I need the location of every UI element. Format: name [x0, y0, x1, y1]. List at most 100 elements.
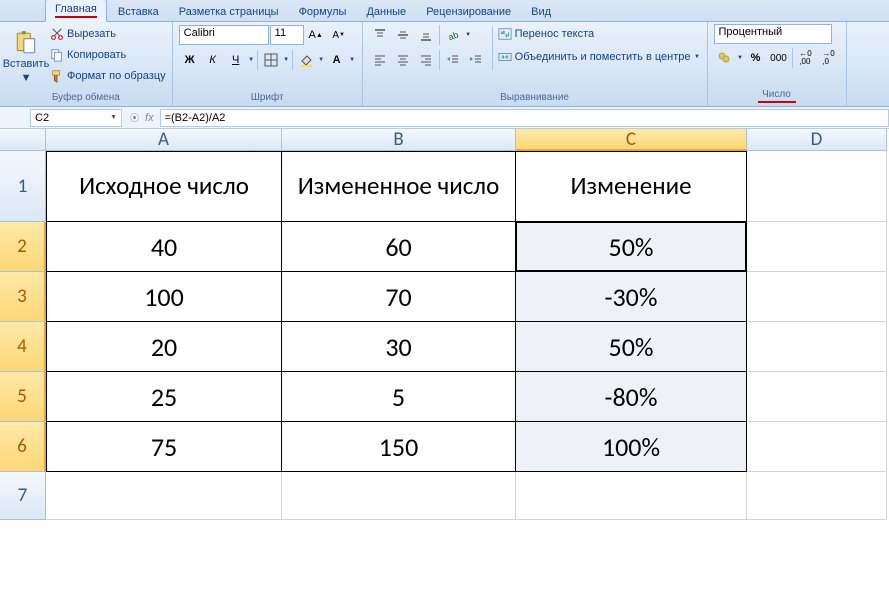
cell-a3[interactable]: 100 — [46, 272, 282, 322]
percent-button[interactable]: % — [745, 47, 767, 69]
align-bottom-button[interactable] — [415, 24, 437, 46]
cell-b2[interactable]: 60 — [282, 222, 516, 272]
cell-d6[interactable] — [747, 422, 887, 472]
cell-a4[interactable]: 20 — [46, 322, 282, 372]
chevron-down-icon[interactable]: ▼ — [283, 57, 290, 63]
cell-a5[interactable]: 25 — [46, 372, 282, 422]
group-font: Calibri 11 A▲ A▼ Ж К Ч ▼ ▼ ▼ A ▼ Шрифт — [173, 22, 363, 106]
copy-button[interactable]: Копировать — [50, 45, 166, 65]
cell-b5[interactable]: 5 — [282, 372, 516, 422]
cell-c1[interactable]: Изменение — [516, 151, 747, 222]
chevron-down-icon[interactable]: ▼ — [737, 55, 744, 61]
comma-button[interactable]: 000 — [768, 47, 790, 69]
col-header-c[interactable]: C — [516, 129, 747, 151]
chevron-down-icon[interactable]: ▼ — [318, 57, 325, 63]
group-number: Процентный ▼ % 000 ←0,00 →0,0 Число — [708, 22, 847, 106]
orientation-button[interactable]: ab — [442, 24, 464, 46]
formula-input[interactable]: =(B2-A2)/A2 — [160, 109, 889, 127]
cell-c7[interactable] — [516, 472, 747, 520]
tab-data[interactable]: Данные — [357, 3, 415, 21]
decrease-font-button[interactable]: A▼ — [328, 24, 350, 46]
currency-icon — [718, 51, 732, 65]
fx-label[interactable]: fx — [145, 112, 154, 124]
row-header-1[interactable]: 1 — [0, 151, 46, 222]
cell-b6[interactable]: 150 — [282, 422, 516, 472]
spreadsheet-grid[interactable]: A B C D 1 Исходное число Измененное числ… — [0, 129, 889, 520]
format-painter-label: Формат по образцу — [67, 70, 166, 82]
cell-b4[interactable]: 30 — [282, 322, 516, 372]
align-top-button[interactable] — [369, 24, 391, 46]
rotate-text-icon: ab — [446, 28, 460, 42]
row-header-6[interactable]: 6 — [0, 422, 46, 472]
cell-d7[interactable] — [747, 472, 887, 520]
align-right-button[interactable] — [415, 49, 437, 71]
cell-d4[interactable] — [747, 322, 887, 372]
increase-indent-button[interactable] — [465, 49, 487, 71]
cell-c4[interactable]: 50% — [516, 322, 747, 372]
tab-view[interactable]: Вид — [522, 3, 560, 21]
svg-text:ab: ab — [500, 30, 505, 35]
align-left-button[interactable] — [369, 49, 391, 71]
align-center-icon — [396, 53, 410, 67]
name-box[interactable]: C2 ▼ — [30, 109, 122, 127]
col-header-d[interactable]: D — [747, 129, 887, 151]
col-header-b[interactable]: B — [282, 129, 516, 151]
merge-center-button[interactable]: Объединить и поместить в центре ▼ — [498, 47, 701, 67]
col-header-a[interactable]: A — [46, 129, 282, 151]
paste-button[interactable]: Вставить ▼ — [6, 24, 46, 90]
format-painter-button[interactable]: Формат по образцу — [50, 66, 166, 86]
align-middle-button[interactable] — [392, 24, 414, 46]
number-format-select[interactable]: Процентный — [714, 24, 832, 44]
cell-d5[interactable] — [747, 372, 887, 422]
wrap-text-button[interactable]: ab Перенос текста — [498, 24, 701, 44]
decrease-decimal-button[interactable]: →0,0 — [818, 47, 840, 69]
row-header-3[interactable]: 3 — [0, 272, 46, 322]
increase-font-button[interactable]: A▲ — [305, 24, 327, 46]
row-header-2[interactable]: 2 — [0, 222, 46, 272]
cell-c5[interactable]: -80% — [516, 372, 747, 422]
italic-button[interactable]: К — [202, 49, 224, 71]
tab-formulas[interactable]: Формулы — [290, 3, 356, 21]
chevron-down-icon[interactable]: ▼ — [349, 57, 356, 63]
chevron-down-icon[interactable]: ▼ — [465, 32, 472, 38]
borders-button[interactable] — [260, 49, 282, 71]
currency-button[interactable] — [714, 47, 736, 69]
tab-home[interactable]: Главная — [45, 0, 107, 22]
cell-b7[interactable] — [282, 472, 516, 520]
cell-b1[interactable]: Измененное число — [282, 151, 516, 222]
font-color-button[interactable]: A — [326, 49, 348, 71]
row-header-5[interactable]: 5 — [0, 372, 46, 422]
tab-review[interactable]: Рецензирование — [417, 3, 520, 21]
formula-bar: C2 ▼ ⦿ fx =(B2-A2)/A2 — [0, 107, 889, 129]
font-size-select[interactable]: 11 — [270, 25, 304, 45]
fx-dropdown-icon[interactable]: ⦿ — [130, 111, 139, 124]
fill-color-button[interactable] — [295, 49, 317, 71]
decrease-indent-button[interactable] — [442, 49, 464, 71]
cell-d2[interactable] — [747, 222, 887, 272]
cell-d3[interactable] — [747, 272, 887, 322]
cell-c3[interactable]: -30% — [516, 272, 747, 322]
cell-c6[interactable]: 100% — [516, 422, 747, 472]
font-name-select[interactable]: Calibri — [179, 25, 269, 45]
cut-button[interactable]: Вырезать — [50, 24, 166, 44]
underline-button[interactable]: Ч — [225, 49, 247, 71]
increase-decimal-button[interactable]: ←0,00 — [795, 47, 817, 69]
cell-c2[interactable]: 50% — [516, 222, 747, 272]
cell-a1[interactable]: Исходное число — [46, 151, 282, 222]
cell-b3[interactable]: 70 — [282, 272, 516, 322]
row-header-4[interactable]: 4 — [0, 322, 46, 372]
cell-d1[interactable] — [747, 151, 887, 222]
cell-a2[interactable]: 40 — [46, 222, 282, 272]
tab-insert[interactable]: Вставка — [109, 3, 168, 21]
cell-a7[interactable] — [46, 472, 282, 520]
row-header-7[interactable]: 7 — [0, 472, 46, 520]
select-all-corner[interactable] — [0, 129, 46, 151]
brush-icon — [50, 69, 64, 83]
align-left-icon — [373, 53, 387, 67]
cell-a6[interactable]: 75 — [46, 422, 282, 472]
bold-button[interactable]: Ж — [179, 49, 201, 71]
group-title-font: Шрифт — [179, 90, 356, 106]
chevron-down-icon[interactable]: ▼ — [248, 57, 255, 63]
align-center-button[interactable] — [392, 49, 414, 71]
tab-page-layout[interactable]: Разметка страницы — [170, 3, 288, 21]
